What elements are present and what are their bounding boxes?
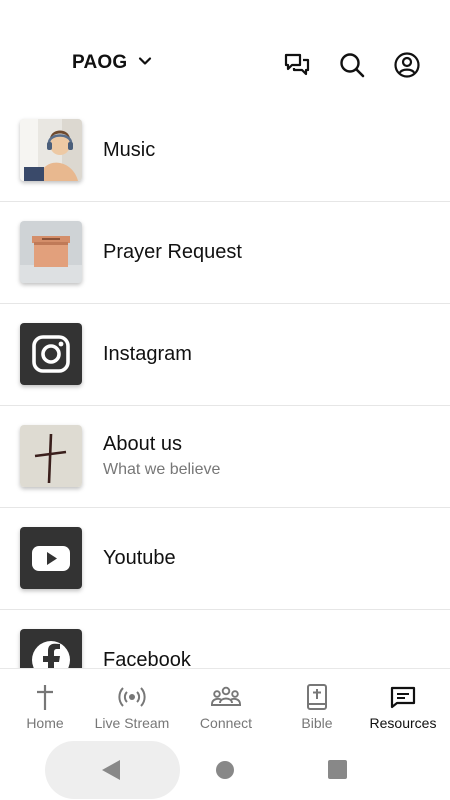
nav-item-resources[interactable]: Resources <box>358 669 448 739</box>
recents-square-icon[interactable] <box>328 760 347 784</box>
cross-thumbnail <box>20 425 82 487</box>
nav-label: Live Stream <box>94 715 170 731</box>
group-icon <box>210 682 242 712</box>
nav-item-bible[interactable]: Bible <box>272 669 362 739</box>
list-item-title: Music <box>103 138 156 161</box>
youtube-icon <box>20 527 82 589</box>
chat-icon[interactable] <box>282 50 312 80</box>
list-item-text: Music <box>103 100 155 200</box>
list-item-title: Prayer Request <box>103 240 242 263</box>
app-header: PAOG <box>0 0 450 100</box>
back-icon[interactable] <box>101 759 121 786</box>
facebook-icon <box>20 629 82 668</box>
org-name: PAOG <box>72 52 128 73</box>
nav-label: Connect <box>199 715 253 731</box>
music-thumbnail <box>20 119 82 181</box>
list-item-text: Instagram <box>103 304 192 404</box>
cross-icon <box>32 682 58 712</box>
nav-item-connect[interactable]: Connect <box>181 669 271 739</box>
list-item-text: Prayer Request <box>103 202 242 302</box>
list-item-title: Facebook <box>103 648 191 669</box>
list-item-title: Youtube <box>103 546 176 569</box>
bottom-navigation: Home Live Stream Connect Bible Resources <box>0 668 450 739</box>
list-item-subtitle: What we believe <box>103 461 221 478</box>
list-item-youtube[interactable]: Youtube <box>0 508 450 610</box>
nav-label: Bible <box>301 715 333 731</box>
chevron-down-icon <box>137 53 153 74</box>
nav-label: Home <box>26 715 64 731</box>
list-item-text: Facebook <box>103 610 191 669</box>
list-item-title: About us <box>103 433 182 455</box>
instagram-icon <box>20 323 82 385</box>
list-item-text: About us What we believe <box>103 406 220 506</box>
list-item-title: Instagram <box>103 342 192 365</box>
list-item-text: Youtube <box>103 508 176 608</box>
list-item-about-us[interactable]: About us What we believe <box>0 406 450 508</box>
resources-list: Music Prayer Request Instagram About us … <box>0 100 450 668</box>
list-item-facebook[interactable]: Facebook <box>0 610 450 668</box>
org-selector[interactable]: PAOG <box>72 52 153 74</box>
bible-icon <box>305 682 329 712</box>
nav-label: Resources <box>369 715 437 731</box>
prayer-box-thumbnail <box>20 221 82 283</box>
list-item-music[interactable]: Music <box>0 100 450 202</box>
resources-icon <box>388 682 418 712</box>
nav-item-live-stream[interactable]: Live Stream <box>87 669 177 739</box>
account-icon[interactable] <box>392 50 422 80</box>
list-item-prayer-request[interactable]: Prayer Request <box>0 202 450 304</box>
broadcast-icon <box>117 682 147 712</box>
search-icon[interactable] <box>337 50 367 80</box>
nav-item-home[interactable]: Home <box>0 669 90 739</box>
system-navigation-bar <box>0 738 450 800</box>
home-circle-icon[interactable] <box>215 760 235 785</box>
list-item-instagram[interactable]: Instagram <box>0 304 450 406</box>
